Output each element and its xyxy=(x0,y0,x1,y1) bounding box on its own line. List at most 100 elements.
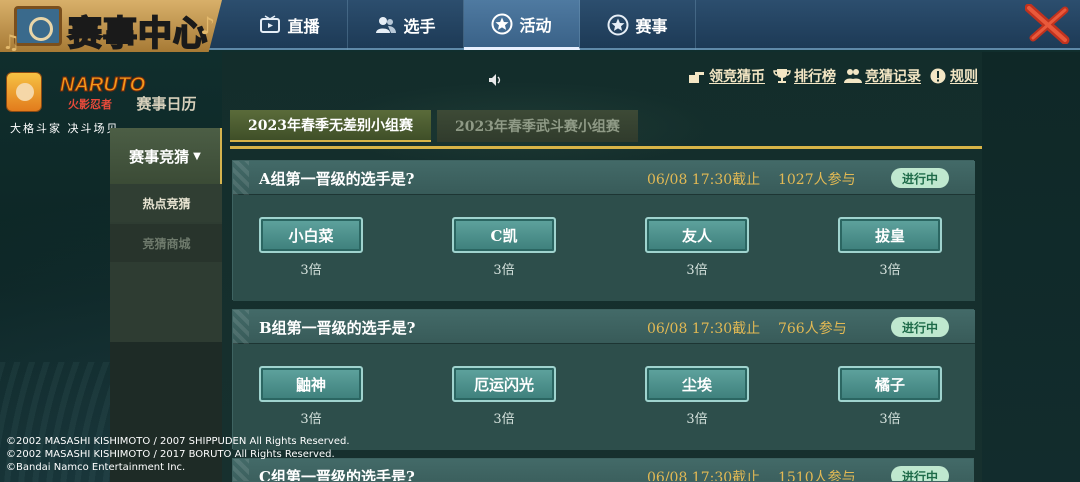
question-meta: 06/08 17:30截止 1510人参与 xyxy=(647,467,856,482)
option-button[interactable]: 友人 xyxy=(645,217,749,253)
deadline: 06/08 17:30截止 xyxy=(647,470,761,482)
option-odds: 3倍 xyxy=(493,263,515,278)
tab-activity[interactable]: 活动 xyxy=(464,0,580,50)
option-button[interactable]: 鼬神 xyxy=(259,366,363,402)
brand-caption: 大格斗家 决斗场见 xyxy=(10,122,120,135)
trophy-icon xyxy=(773,68,791,84)
option: 拔皇 3倍 xyxy=(838,217,942,278)
question-header: A组第一晋级的选手是? 06/08 17:30截止 1027人参与 进行中 xyxy=(233,161,975,195)
status-badge: 进行中 xyxy=(891,466,949,481)
tab-activity-label: 活动 xyxy=(519,15,552,35)
question-header: B组第一晋级的选手是? 06/08 17:30截止 766人参与 进行中 xyxy=(233,310,975,344)
tab-underline-divider xyxy=(230,146,982,149)
guess-record-label: 竞猜记录 xyxy=(865,69,921,85)
alert-info-icon xyxy=(929,68,947,84)
toolbar-links: 领竞猜币 排行榜 竞猜记录 规则 xyxy=(688,66,978,86)
option-odds: 3倍 xyxy=(879,412,901,427)
rules-label: 规则 xyxy=(950,69,978,85)
people-icon xyxy=(844,68,862,84)
app-logo: 赛事中心 ♪ xyxy=(0,0,222,52)
tab-players-label: 选手 xyxy=(403,17,436,36)
page-title: 赛事中心 xyxy=(67,13,208,54)
option-button[interactable]: 橘子 xyxy=(838,366,942,402)
participants-count: 1027人参与 xyxy=(777,172,856,188)
question-text: B组第一晋级的选手是? xyxy=(259,319,416,337)
get-coins-link[interactable]: 领竞猜币 xyxy=(688,66,765,86)
season-tabs: 2023年春季无差别小组赛 2023年春季武斗赛小组赛 xyxy=(230,110,638,142)
option: C凯 3倍 xyxy=(452,217,556,278)
copyright-line: ©2002 MASASHI KISHIMOTO / 2017 BORUTO Al… xyxy=(6,449,335,460)
tab-live[interactable]: 直播 xyxy=(232,0,348,50)
leaderboard-label: 排行榜 xyxy=(794,69,836,85)
option: 橘子 3倍 xyxy=(838,366,942,427)
copyright-notice: ©2002 MASASHI KISHIMOTO / 2007 SHIPPUDEN… xyxy=(6,435,350,474)
tab-live-label: 直播 xyxy=(287,17,320,36)
scroll-logo-icon xyxy=(14,6,62,46)
sidebar-item-label: 竞猜商城 xyxy=(142,236,191,251)
option: 小白菜 3倍 xyxy=(259,217,363,278)
players-icon xyxy=(375,14,397,36)
option: 鼬神 3倍 xyxy=(259,366,363,427)
option-odds: 3倍 xyxy=(300,263,322,278)
option-button[interactable]: 小白菜 xyxy=(259,217,363,253)
option-button[interactable]: 厄运闪光 xyxy=(452,366,556,402)
right-background-strip xyxy=(982,52,1080,482)
star-circle-icon xyxy=(607,14,629,36)
sidebar-item-hot-guess[interactable]: 热点竞猜 xyxy=(110,184,223,222)
deadline: 06/08 17:30截止 xyxy=(647,172,761,188)
option: 尘埃 3倍 xyxy=(645,366,749,427)
option: 友人 3倍 xyxy=(645,217,749,278)
option-odds: 3倍 xyxy=(493,412,515,427)
music-note-icon: ♪ xyxy=(200,12,216,40)
deadline: 06/08 17:30截止 xyxy=(647,321,761,337)
copyright-line: ©Bandai Namco Entertainment Inc. xyxy=(6,462,186,473)
question-card: A组第一晋级的选手是? 06/08 17:30截止 1027人参与 进行中 小白… xyxy=(232,160,975,301)
sidebar-item-calendar[interactable]: 赛事日历 xyxy=(110,80,223,126)
question-text: A组第一晋级的选手是? xyxy=(259,170,415,188)
option-button[interactable]: C凯 xyxy=(452,217,556,253)
star-circle-icon xyxy=(491,13,513,35)
tab-spring-martial-group[interactable]: 2023年春季武斗赛小组赛 xyxy=(436,110,638,142)
naruto-logo-sub: 火影忍者 xyxy=(68,98,112,111)
game-avatar-icon xyxy=(6,72,42,112)
status-badge: 进行中 xyxy=(891,168,949,188)
question-card: B组第一晋级的选手是? 06/08 17:30截止 766人参与 进行中 鼬神 … xyxy=(232,309,975,450)
rules-link[interactable]: 规则 xyxy=(929,66,978,86)
tab-players[interactable]: 选手 xyxy=(348,0,464,50)
main-content: 领竞猜币 排行榜 竞猜记录 规则 2023年春季无差别小组赛 2023年春季武斗… xyxy=(222,52,982,482)
option-odds: 3倍 xyxy=(300,412,322,427)
top-nav-bar: 赛事中心 ♪ ♫ 直播 选手 活动 赛事 xyxy=(0,0,1080,54)
status-badge: 进行中 xyxy=(891,317,949,337)
option-odds: 3倍 xyxy=(879,263,901,278)
option-odds: 3倍 xyxy=(686,412,708,427)
sidebar-item-guess-shop[interactable]: 竞猜商城 xyxy=(110,224,223,262)
sidebar: 赛事日历 赛事竞猜 ▼ 热点竞猜 竞猜商城 xyxy=(110,80,223,482)
option: 厄运闪光 3倍 xyxy=(452,366,556,427)
close-button[interactable] xyxy=(1024,3,1072,48)
copyright-line: ©2002 MASASHI KISHIMOTO / 2007 SHIPPUDEN… xyxy=(6,436,350,447)
caret-down-icon: ▼ xyxy=(193,150,201,162)
tab-events-label: 赛事 xyxy=(635,17,668,36)
tab-events[interactable]: 赛事 xyxy=(580,0,696,50)
sidebar-group-label: 赛事竞猜 xyxy=(129,147,190,166)
sidebar-group-guess: 赛事竞猜 ▼ 热点竞猜 竞猜商城 xyxy=(110,128,223,342)
speaker-icon[interactable] xyxy=(488,72,504,86)
options-row: 小白菜 3倍 C凯 3倍 友人 3倍 拔皇 3倍 xyxy=(233,195,975,301)
option-button[interactable]: 拔皇 xyxy=(838,217,942,253)
option-odds: 3倍 xyxy=(686,263,708,278)
question-meta: 06/08 17:30截止 766人参与 xyxy=(647,318,847,338)
sidebar-item-label: 热点竞猜 xyxy=(142,196,191,211)
guess-record-link[interactable]: 竞猜记录 xyxy=(844,66,921,86)
nav-tabs: 直播 选手 活动 赛事 xyxy=(232,0,696,50)
tab-spring-open-group[interactable]: 2023年春季无差别小组赛 xyxy=(230,110,431,142)
close-icon xyxy=(1024,3,1071,48)
live-tv-icon xyxy=(259,14,281,36)
music-note-icon: ♫ xyxy=(2,30,20,54)
participants-count: 766人参与 xyxy=(777,321,847,337)
hand-pointing-icon xyxy=(688,68,706,84)
question-meta: 06/08 17:30截止 1027人参与 xyxy=(647,169,856,189)
participants-count: 1510人参与 xyxy=(777,470,856,482)
leaderboard-link[interactable]: 排行榜 xyxy=(773,66,836,86)
sidebar-group-header[interactable]: 赛事竞猜 ▼ xyxy=(110,128,223,184)
option-button[interactable]: 尘埃 xyxy=(645,366,749,402)
